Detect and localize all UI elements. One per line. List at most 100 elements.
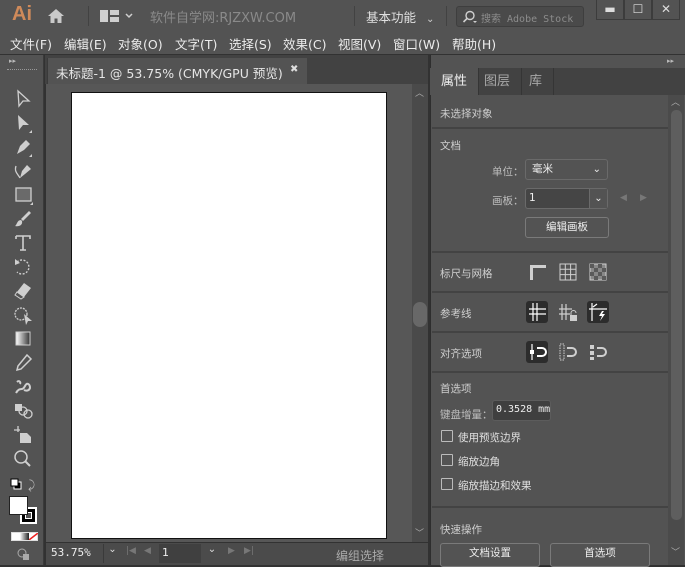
snap-to-glyph-icon[interactable] — [587, 341, 609, 363]
selection-tool[interactable] — [12, 88, 38, 110]
menu-type[interactable]: 文字(T) — [175, 34, 217, 53]
units-select[interactable]: 毫米 ⌄ — [525, 159, 608, 180]
rotate-tool[interactable] — [12, 256, 38, 278]
show-guides-icon[interactable] — [526, 301, 548, 323]
scroll-down-icon[interactable]: ﹀ — [671, 545, 680, 558]
grid-icon[interactable] — [557, 261, 579, 283]
fill-color-swatch[interactable] — [9, 496, 28, 515]
maximize-button[interactable]: ☐ — [624, 0, 652, 20]
color-mode-buttons — [11, 532, 38, 541]
minimize-button[interactable]: ▬ — [596, 0, 624, 20]
chevron-down-icon[interactable]: ⌄ — [589, 189, 607, 208]
zoom-dropdown-chevron-icon[interactable]: ⌄ — [103, 544, 121, 563]
next-artboard-icon[interactable]: ▶ — [640, 193, 647, 203]
divider — [432, 331, 668, 333]
direct-selection-tool[interactable] — [12, 112, 38, 134]
artboard-tool[interactable] — [12, 424, 38, 446]
first-artboard-icon[interactable]: |◀ — [126, 546, 136, 556]
gradient-tool[interactable] — [12, 328, 38, 350]
scale-strokes-effects-checkbox[interactable] — [441, 478, 453, 490]
stock-search-input[interactable]: 搜索 Adobe Stock — [456, 6, 584, 27]
collapse-panel-icon[interactable]: ▸▸ — [9, 57, 16, 65]
blend-tool[interactable] — [12, 400, 38, 422]
swap-fill-stroke-icon[interactable]: ⤸ — [28, 478, 42, 492]
scrollbar-thumb[interactable] — [671, 110, 682, 520]
document-setup-button[interactable]: 文档设置 — [440, 543, 540, 567]
scroll-up-icon[interactable]: ︿ — [671, 95, 680, 108]
scale-corners-label: 缩放边角 — [458, 456, 500, 468]
menu-edit[interactable]: 编辑(E) — [64, 34, 107, 53]
eyedropper-tool[interactable] — [12, 352, 38, 374]
type-tool[interactable] — [12, 232, 38, 254]
scale-strokes-effects-label: 缩放描边和效果 — [458, 480, 532, 492]
collapse-panel-icon[interactable]: ▸▸ — [667, 57, 674, 65]
menu-help[interactable]: 帮助(H) — [452, 34, 496, 53]
scale-corners-checkbox[interactable] — [441, 454, 453, 466]
last-artboard-icon[interactable]: ▶| — [244, 546, 254, 556]
arrange-documents-button[interactable] — [100, 9, 136, 23]
divider — [432, 127, 668, 129]
next-artboard-icon[interactable]: ▶ — [228, 546, 235, 556]
document-tab[interactable]: 未标题-1 @ 53.75% (CMYK/GPU 预览) ✖ — [47, 58, 307, 84]
close-tab-icon[interactable]: ✖ — [290, 64, 298, 75]
divider — [432, 291, 668, 293]
tab-libraries[interactable]: 库 — [518, 68, 555, 95]
lock-guides-icon[interactable] — [557, 301, 579, 323]
scroll-down-icon[interactable]: ﹀ — [415, 526, 424, 539]
previous-artboard-icon[interactable]: ◀ — [620, 193, 627, 203]
use-preview-bounds-checkbox[interactable] — [441, 430, 453, 442]
scrollbar-thumb[interactable] — [413, 302, 427, 327]
scroll-up-icon[interactable]: ︿ — [415, 86, 424, 99]
curvature-tool[interactable] — [12, 160, 38, 182]
puppet-warp-tool[interactable] — [12, 376, 38, 398]
drawing-modes-icon[interactable] — [17, 548, 30, 560]
artboard-dropdown-chevron-icon[interactable]: ⌄ — [203, 544, 221, 563]
menu-file[interactable]: 文件(F) — [10, 34, 52, 53]
snap-to-point-icon[interactable] — [526, 341, 548, 363]
snap-options-title: 对齐选项 — [440, 348, 482, 360]
pen-tool[interactable] — [12, 136, 38, 158]
menu-view[interactable]: 视图(V) — [338, 34, 381, 53]
previous-artboard-icon[interactable]: ◀ — [144, 546, 151, 556]
gradient-button[interactable] — [20, 533, 29, 540]
transparency-grid-icon[interactable] — [587, 261, 609, 283]
zoom-tool[interactable] — [12, 448, 38, 470]
preferences-button[interactable]: 首选项 — [550, 543, 650, 567]
default-fill-stroke-icon[interactable] — [10, 478, 22, 490]
artboard-number-input[interactable]: 1 — [162, 546, 169, 559]
rulers-grids-title: 标尺与网格 — [440, 268, 493, 280]
search-icon — [462, 10, 477, 23]
tools-panel: ▸▸ ⤸ — [0, 55, 44, 565]
status-text: 编组选择 — [336, 549, 385, 563]
rectangle-tool[interactable] — [12, 184, 38, 206]
eraser-tool[interactable] — [12, 280, 38, 302]
home-icon[interactable] — [46, 7, 66, 25]
tab-layers[interactable]: 图层 — [473, 68, 523, 95]
tab-properties[interactable]: 属性 — [430, 68, 480, 95]
minimize-icon: ▬ — [604, 2, 616, 16]
workspace-switcher[interactable]: 基本功能 ⌄ — [366, 7, 434, 26]
ruler-icon[interactable] — [527, 261, 549, 283]
color-button[interactable] — [12, 533, 21, 540]
smart-guides-icon[interactable] — [587, 301, 609, 323]
none-button[interactable] — [28, 533, 38, 540]
shape-builder-tool[interactable] — [12, 304, 38, 326]
menu-effect[interactable]: 效果(C) — [283, 34, 326, 53]
edit-artboards-button[interactable]: 编辑画板 — [525, 217, 609, 238]
keyboard-increment-input[interactable]: 0.3528 mm — [492, 400, 551, 421]
workspace-label: 基本功能 — [366, 10, 417, 25]
chevron-down-icon: ⌄ — [426, 14, 435, 25]
artboard-select[interactable]: 1 ⌄ — [525, 188, 608, 209]
close-button[interactable]: ✕ — [652, 0, 680, 20]
maximize-icon: ☐ — [632, 2, 644, 16]
panel-grip[interactable] — [7, 69, 37, 73]
artboard[interactable] — [71, 92, 387, 539]
zoom-level-input[interactable]: 53.75% — [51, 546, 91, 559]
menu-object[interactable]: 对象(O) — [118, 34, 163, 53]
document-title: 未标题-1 @ 53.75% (CMYK/GPU 预览) — [56, 66, 283, 81]
menu-select[interactable]: 选择(S) — [229, 34, 272, 53]
menu-window[interactable]: 窗口(W) — [393, 34, 440, 53]
snap-to-pixel-icon[interactable] — [557, 341, 579, 363]
paintbrush-tool[interactable] — [12, 208, 38, 230]
units-value: 毫米 — [532, 163, 553, 175]
